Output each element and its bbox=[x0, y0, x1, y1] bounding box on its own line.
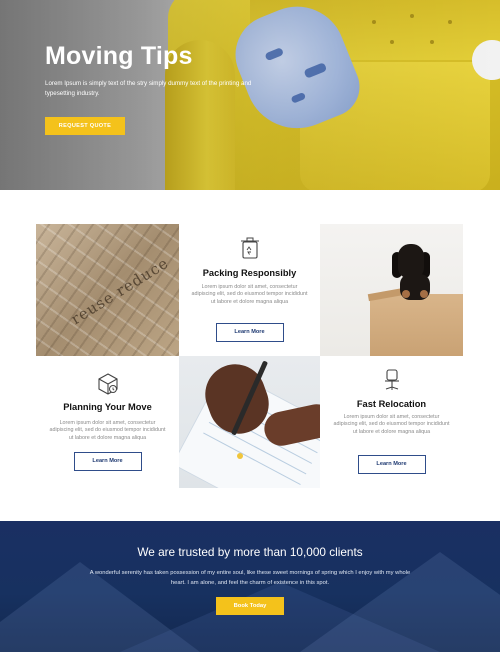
card-title: Planning Your Move bbox=[63, 402, 152, 412]
trust-title: We are trusted by more than 10,000 clien… bbox=[137, 545, 363, 559]
trust-section: We are trusted by more than 10,000 clien… bbox=[0, 521, 500, 652]
dog-in-box-photo bbox=[320, 224, 463, 356]
hero-title: Moving Tips bbox=[45, 42, 193, 70]
card-body: Lorem ipsum dolor sit amet, consectetur … bbox=[333, 414, 450, 435]
office-chair-icon bbox=[384, 369, 399, 390]
hero-lead: Lorem Ipsum is simply text of the stry s… bbox=[45, 80, 252, 97]
package-box-icon bbox=[97, 373, 118, 395]
cardboard-text: reuse reduce bbox=[67, 253, 172, 329]
request-quote-button[interactable]: REQUEST QUOTE bbox=[45, 117, 125, 135]
learn-more-button[interactable]: Learn More bbox=[357, 455, 426, 474]
card-planning-your-move: Planning Your Move Lorem ipsum dolor sit… bbox=[36, 356, 179, 488]
recycle-bin-icon bbox=[240, 237, 259, 259]
learn-more-button[interactable]: Learn More bbox=[215, 323, 284, 342]
card-body: Lorem ipsum dolor sit amet, consectetur … bbox=[191, 284, 308, 305]
dog-paw bbox=[402, 290, 410, 298]
dog-paw bbox=[420, 290, 428, 298]
card-title: Fast Relocation bbox=[356, 399, 427, 409]
cardboard-photo: reuse reduce bbox=[36, 224, 179, 356]
pin bbox=[237, 453, 243, 459]
hero-banner: Moving Tips Lorem Ipsum is simply text o… bbox=[0, 0, 500, 190]
learn-more-button[interactable]: Learn More bbox=[73, 452, 142, 471]
card-fast-relocation: Fast Relocation Lorem ipsum dolor sit am… bbox=[320, 356, 463, 488]
mountain-shape bbox=[300, 552, 500, 652]
dog-head bbox=[398, 244, 424, 278]
card-body: Lorem ipsum dolor sit amet, consectetur … bbox=[49, 420, 166, 441]
trust-body: A wonderful serenity has taken possessio… bbox=[89, 570, 411, 586]
writing-hands-photo bbox=[179, 356, 320, 488]
cardboard-box bbox=[370, 294, 463, 356]
card-title: Packing Responsibly bbox=[202, 268, 297, 278]
book-today-button[interactable]: Book Today bbox=[216, 597, 284, 615]
card-packing-responsibly: Packing Responsibly Lorem ipsum dolor si… bbox=[179, 224, 320, 356]
